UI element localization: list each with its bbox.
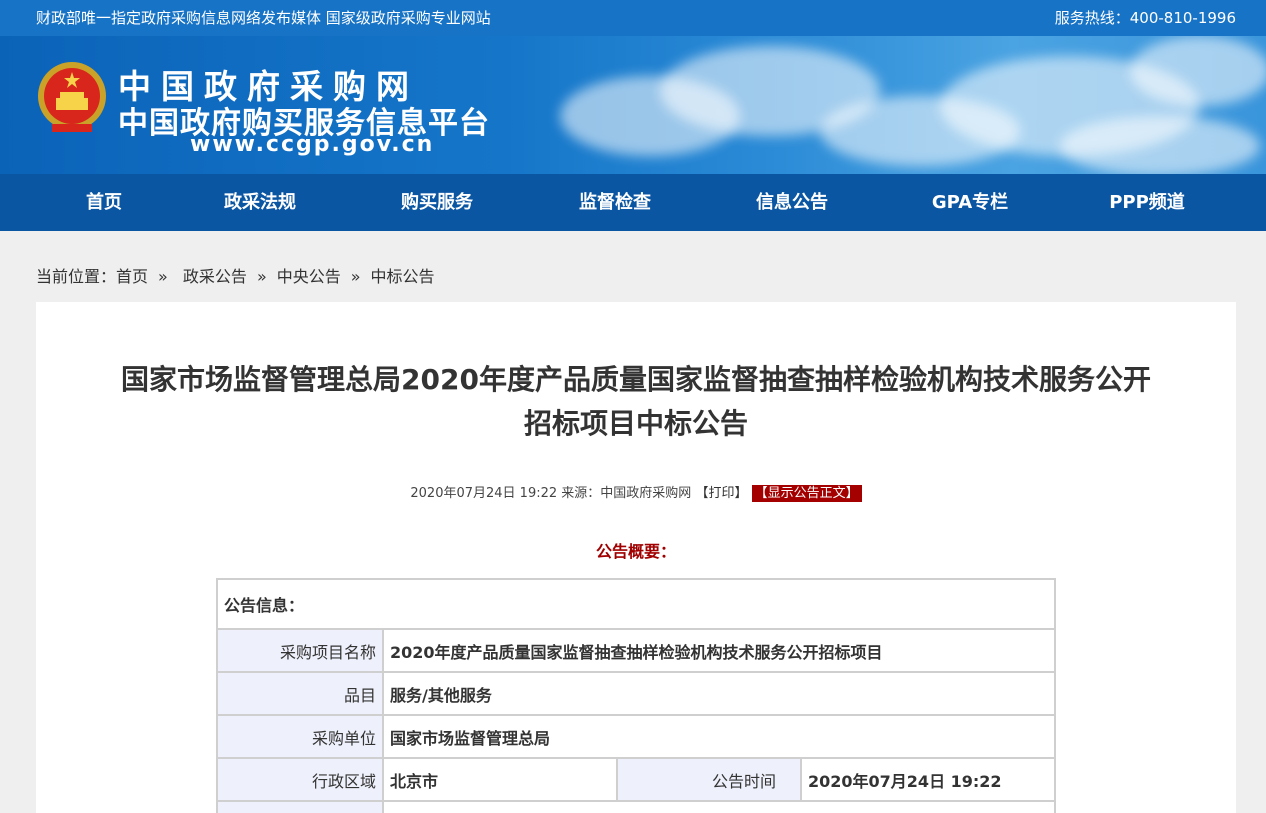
field-label: 公告时间	[616, 757, 802, 802]
category-value: 服务/其他服务	[382, 671, 1056, 716]
breadcrumb-prefix: 当前位置：	[36, 267, 117, 286]
table-row: 品目 服务/其他服务	[216, 671, 1056, 716]
logo-url: www.ccgp.gov.cn	[190, 132, 435, 157]
table-row: 行政区域 北京市 公告时间 2020年07月24日 19:22	[216, 757, 1056, 802]
purchaser-value: 国家市场监督管理总局	[382, 714, 1056, 759]
nav-item-regulations[interactable]: 政采法规	[224, 174, 296, 231]
publish-date: 2020年07月24日 19:22	[410, 486, 558, 501]
table-heading: 公告信息：	[216, 578, 1056, 630]
breadcrumb-separator: »	[350, 267, 361, 286]
nav-item-announcements[interactable]: 信息公告	[756, 174, 828, 231]
site-banner: 中国政府采购网 中国政府购买服务信息平台 www.ccgp.gov.cn	[0, 36, 1266, 174]
breadcrumb-separator: »	[256, 267, 267, 286]
field-label: 采购项目名称	[216, 628, 384, 673]
national-emblem-icon	[38, 62, 106, 132]
nav-item-supervision[interactable]: 监督检查	[579, 174, 651, 231]
page-title-line1: 国家市场监督管理总局2020年度产品质量国家监督抽查抽样检验机构技术服务公开	[121, 363, 1151, 396]
print-link[interactable]: 【打印】	[695, 486, 747, 501]
article-panel: 国家市场监督管理总局2020年度产品质量国家监督抽查抽样检验机构技术服务公开 招…	[36, 302, 1236, 813]
breadcrumb: 当前位置：首页 » 政采公告 » 中央公告 » 中标公告	[36, 263, 435, 287]
service-hotline: 服务热线：400-810-1996	[1054, 9, 1236, 27]
breadcrumb-home[interactable]: 首页	[116, 267, 148, 286]
top-info-bar: 财政部唯一指定政府采购信息网络发布媒体 国家级政府采购专业网站 服务热线：400…	[0, 0, 1266, 36]
source-label: 来源：	[561, 486, 601, 501]
field-label: 品目	[216, 671, 384, 716]
field-value	[382, 800, 1056, 813]
notice-info-table: 公告信息： 采购项目名称 2020年度产品质量国家监督抽查抽样检验机构技术服务公…	[216, 578, 1056, 813]
breadcrumb-central-notices[interactable]: 中央公告	[277, 267, 341, 286]
project-name-value: 2020年度产品质量国家监督抽查抽样检验机构技术服务公开招标项目	[382, 628, 1056, 673]
page-title: 国家市场监督管理总局2020年度产品质量国家监督抽查抽样检验机构技术服务公开 招…	[36, 358, 1236, 446]
show-full-text-button[interactable]: 【显示公告正文】	[751, 485, 862, 502]
field-label	[216, 800, 384, 813]
site-slogan: 财政部唯一指定政府采购信息网络发布媒体 国家级政府采购专业网站	[36, 9, 491, 27]
nav-item-home[interactable]: 首页	[86, 174, 122, 231]
nav-item-gpa[interactable]: GPA专栏	[932, 174, 1008, 231]
table-row: 采购单位 国家市场监督管理总局	[216, 714, 1056, 759]
table-row: 采购项目名称 2020年度产品质量国家监督抽查抽样检验机构技术服务公开招标项目	[216, 628, 1056, 673]
notice-time-value: 2020年07月24日 19:22	[800, 757, 1056, 802]
main-nav: 首页 政采法规 购买服务 监督检查 信息公告 GPA专栏 PPP频道	[0, 174, 1266, 231]
field-label: 行政区域	[216, 757, 384, 802]
summary-heading: 公告概要：	[595, 542, 676, 561]
table-row: 公告信息：	[216, 578, 1056, 630]
breadcrumb-procurement-notices[interactable]: 政采公告	[183, 267, 247, 286]
nav-item-purchase-services[interactable]: 购买服务	[401, 174, 473, 231]
breadcrumb-award-notices[interactable]: 中标公告	[371, 267, 435, 286]
nav-item-ppp[interactable]: PPP频道	[1109, 174, 1185, 231]
region-value: 北京市	[382, 757, 618, 802]
page-title-line2: 招标项目中标公告	[523, 407, 748, 440]
source-name: 中国政府采购网	[600, 486, 692, 501]
breadcrumb-separator: »	[158, 267, 168, 286]
article-meta: 2020年07月24日 19:22 来源：中国政府采购网 【打印】 【显示公告正…	[36, 482, 1236, 502]
table-row	[216, 800, 1056, 813]
field-label: 采购单位	[216, 714, 384, 759]
